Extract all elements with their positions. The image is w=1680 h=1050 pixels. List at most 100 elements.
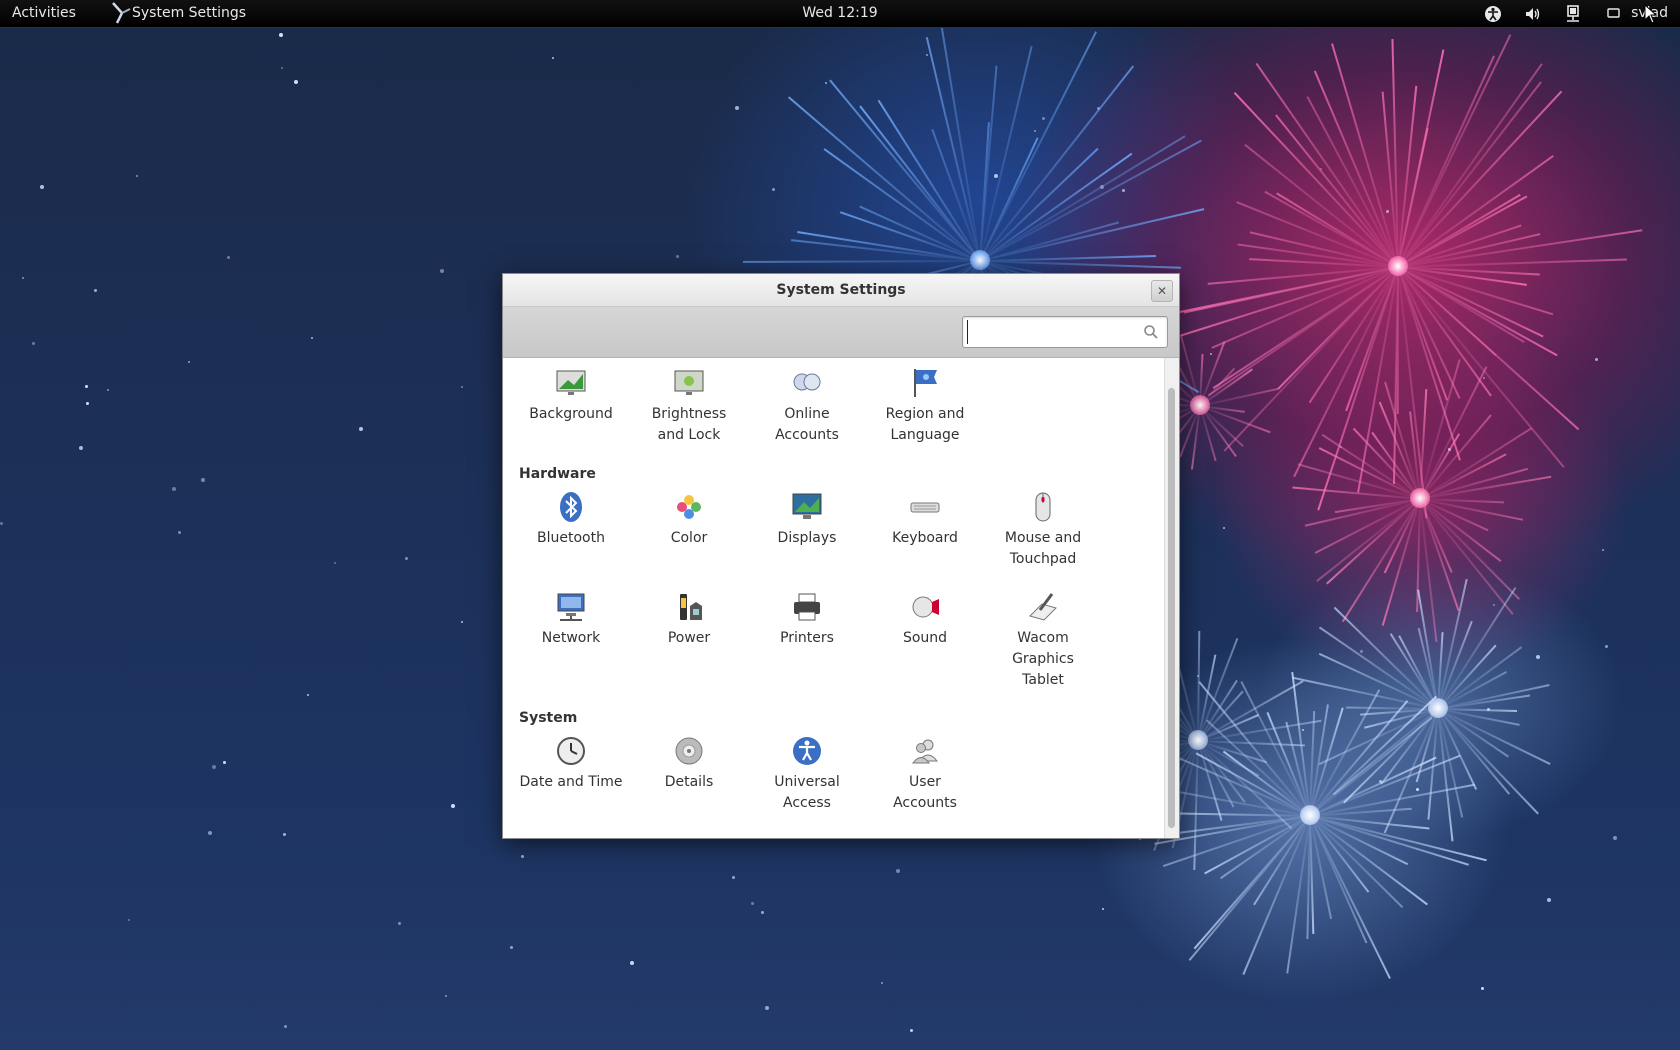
scrollbar-thumb[interactable] [1168, 388, 1175, 828]
mouse-icon [1035, 492, 1051, 522]
universal-access-icon [793, 737, 821, 765]
settings-item-background[interactable]: Background [512, 366, 630, 425]
section-title-system: System [519, 710, 578, 726]
network-status-icon[interactable] [1563, 4, 1583, 24]
star [208, 831, 212, 835]
star [440, 269, 444, 273]
settings-item-label: Brightness [651, 406, 727, 422]
brightness-lock-icon [674, 370, 704, 395]
firework-ray [788, 96, 981, 262]
firework-ray [1233, 91, 1399, 268]
star [284, 1025, 287, 1028]
settings-item-color[interactable]: Color [630, 490, 748, 549]
settings-item-label: Wacom [1017, 630, 1069, 646]
top-panel: Activities System Settings Wed 12:19 svl… [0, 0, 1680, 28]
settings-item-user-accounts[interactable]: User Accounts [866, 734, 984, 814]
settings-item-label: Power [667, 630, 711, 646]
chat-status-icon[interactable] [1606, 4, 1622, 24]
star [86, 402, 89, 405]
settings-item-label: and Lock [657, 427, 721, 443]
star [359, 427, 363, 431]
star [765, 1006, 769, 1010]
window-titlebar[interactable]: System Settings ✕ [503, 274, 1179, 307]
star [1386, 210, 1389, 213]
settings-item-online-accounts[interactable]: Online Accounts [748, 366, 866, 446]
settings-item-label: Touchpad [1009, 551, 1077, 567]
search-input[interactable] [967, 320, 1143, 344]
settings-item-label: Bluetooth [537, 530, 605, 546]
star [32, 342, 35, 345]
firework-ray [1275, 114, 1399, 268]
mouse-pointer-icon [1644, 4, 1658, 24]
firework-ray [979, 139, 1202, 262]
star [1547, 898, 1551, 902]
firework-ray [1309, 815, 1488, 862]
star [1595, 358, 1598, 361]
activities-button[interactable]: Activities [12, 5, 76, 21]
star [630, 961, 634, 965]
star [398, 922, 401, 925]
system-settings-app-icon [112, 2, 131, 24]
settings-item-label: Graphics [1012, 651, 1074, 667]
network-icon [557, 593, 585, 621]
settings-item-label: Universal [774, 774, 840, 790]
star [227, 256, 230, 259]
star [751, 902, 754, 905]
system-settings-window: System Settings ✕ Background Brightness an… [502, 273, 1180, 839]
region-language-icon [914, 369, 937, 397]
star [735, 106, 739, 110]
settings-item-network[interactable]: Network [512, 590, 630, 649]
wacom-tablet-icon [1029, 593, 1057, 621]
settings-item-displays[interactable]: Displays [748, 490, 866, 549]
accessibility-icon[interactable] [1483, 4, 1503, 24]
settings-item-region-language[interactable]: Region and Language [866, 366, 984, 446]
star [1416, 788, 1419, 791]
star [1210, 353, 1212, 355]
settings-item-label: Keyboard [892, 530, 958, 546]
settings-item-sound[interactable]: Sound [866, 590, 984, 649]
volume-icon[interactable] [1523, 4, 1543, 24]
settings-item-label: Displays [777, 530, 837, 546]
search-field[interactable] [962, 316, 1168, 348]
settings-item-label: Sound [902, 630, 948, 646]
app-menu-button[interactable]: System Settings [132, 5, 246, 21]
settings-item-printer[interactable]: Printers [748, 590, 866, 649]
settings-item-label: Background [529, 406, 613, 422]
star [926, 54, 928, 56]
bluetooth-icon [560, 492, 582, 522]
star [1102, 908, 1104, 910]
settings-item-label: User [909, 774, 941, 790]
star [281, 67, 283, 69]
star [188, 361, 190, 363]
star [178, 531, 181, 534]
displays-icon [792, 493, 822, 519]
star [1042, 117, 1045, 120]
settings-item-wacom-tablet[interactable]: Wacom Graphics Tablet [984, 590, 1102, 691]
settings-item-power[interactable]: Power [630, 590, 748, 649]
settings-item-details[interactable]: Details [630, 734, 748, 793]
star [85, 385, 88, 388]
settings-item-clock[interactable]: Date and Time [512, 734, 630, 793]
search-icon [1144, 325, 1158, 339]
settings-item-mouse[interactable]: Mouse and Touchpad [984, 490, 1102, 570]
star [772, 188, 775, 191]
settings-item-bluetooth[interactable]: Bluetooth [512, 490, 630, 549]
clock-button[interactable]: Wed 12:19 [802, 5, 877, 21]
settings-item-keyboard[interactable]: Keyboard [866, 490, 984, 549]
keyboard-icon [910, 502, 940, 513]
settings-item-brightness-lock[interactable]: Brightness and Lock [630, 366, 748, 446]
star [461, 386, 463, 388]
settings-item-label: Region and [885, 406, 965, 422]
star [94, 289, 97, 292]
settings-item-universal-access[interactable]: Universal Access [748, 734, 866, 814]
close-button[interactable]: ✕ [1151, 280, 1173, 302]
color-icon [677, 495, 701, 519]
star [79, 446, 83, 450]
firework-ray [1397, 86, 1418, 268]
star [881, 982, 883, 984]
settings-item-label: Access [783, 795, 831, 811]
settings-item-label: Mouse and [1004, 530, 1082, 546]
firework-ray [1397, 90, 1563, 268]
window-title: System Settings [776, 282, 906, 298]
scrollbar[interactable] [1164, 358, 1179, 838]
